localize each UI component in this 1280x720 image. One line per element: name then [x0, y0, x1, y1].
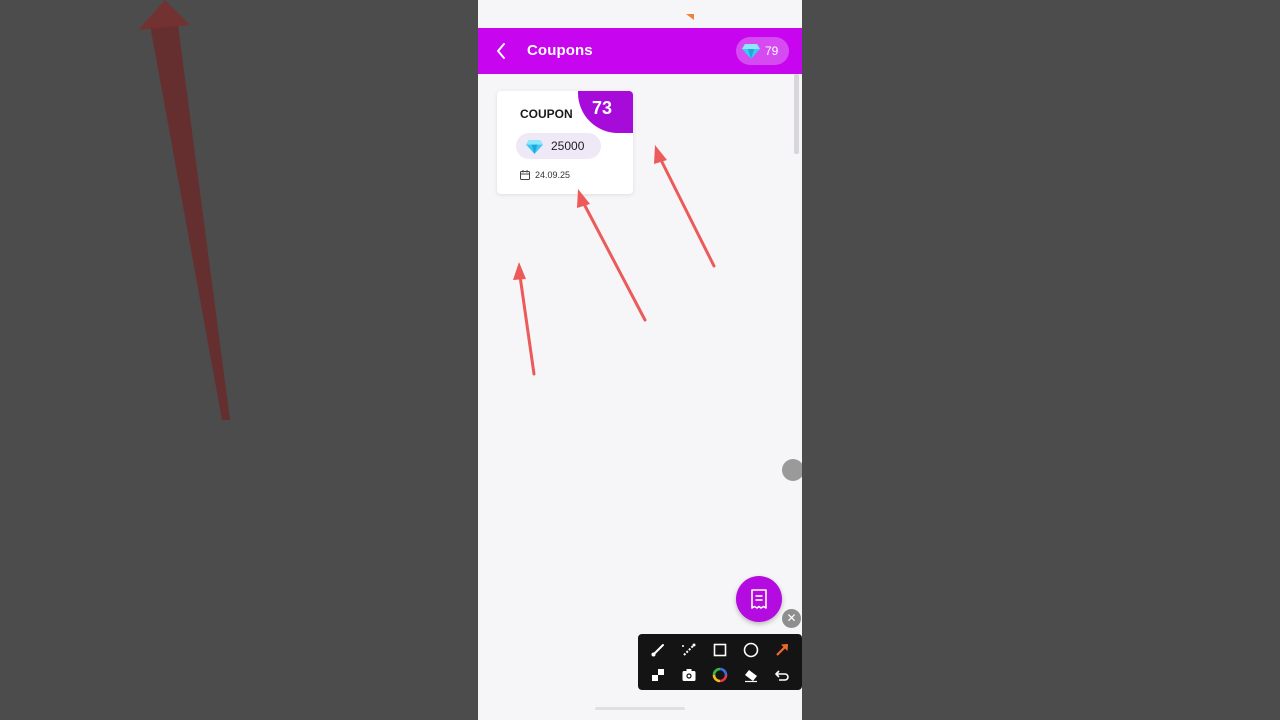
diamond-icon: [526, 139, 543, 154]
magic-brush-icon[interactable]: [678, 639, 700, 661]
add-coupon-button[interactable]: [736, 576, 782, 622]
coupon-date: 24.09.25: [535, 170, 571, 180]
coupon-title: COUPON: [520, 107, 573, 121]
brush-icon[interactable]: [647, 639, 669, 661]
annotation-arrow: [577, 189, 647, 322]
app-bar: Coupons 79: [478, 28, 802, 74]
scrollbar[interactable]: [794, 74, 799, 154]
annotation-arrow: [654, 145, 716, 268]
phone-screen: Coupons 79 73 COUPON 25000 24.09.25 ✕: [478, 0, 802, 720]
home-indicator: [595, 707, 685, 710]
undo-icon[interactable]: [771, 664, 793, 686]
page-title: Coupons: [527, 42, 593, 59]
coupon-card[interactable]: 73 COUPON 25000 24.09.25: [497, 91, 633, 194]
gem-balance-badge[interactable]: 79: [736, 37, 789, 65]
background-arrow-graphic: [138, 0, 230, 420]
calendar-icon: [520, 170, 530, 180]
close-toolbar-button[interactable]: ✕: [782, 609, 801, 628]
color-picker-icon[interactable]: [709, 664, 731, 686]
circle-icon[interactable]: [740, 639, 762, 661]
receipt-icon: [751, 589, 767, 609]
coupon-date-row: 24.09.25: [520, 170, 570, 180]
rectangle-icon[interactable]: [709, 639, 731, 661]
side-handle-button[interactable]: [782, 459, 802, 481]
gem-count: 79: [765, 44, 779, 58]
diamond-icon: [742, 44, 760, 59]
status-indicator-icon: [686, 14, 694, 20]
drawing-toolbar: [638, 634, 802, 690]
back-arrow-icon[interactable]: [490, 39, 514, 63]
annotation-arrow: [513, 262, 536, 376]
coupon-number: 73: [592, 98, 613, 118]
status-bar: [478, 0, 802, 28]
coupon-price-pill: 25000: [516, 133, 601, 159]
arrow-icon[interactable]: [771, 639, 793, 661]
camera-icon[interactable]: [678, 664, 700, 686]
mosaic-icon[interactable]: [647, 664, 669, 686]
coupon-price: 25000: [551, 139, 585, 153]
eraser-icon[interactable]: [740, 664, 762, 686]
